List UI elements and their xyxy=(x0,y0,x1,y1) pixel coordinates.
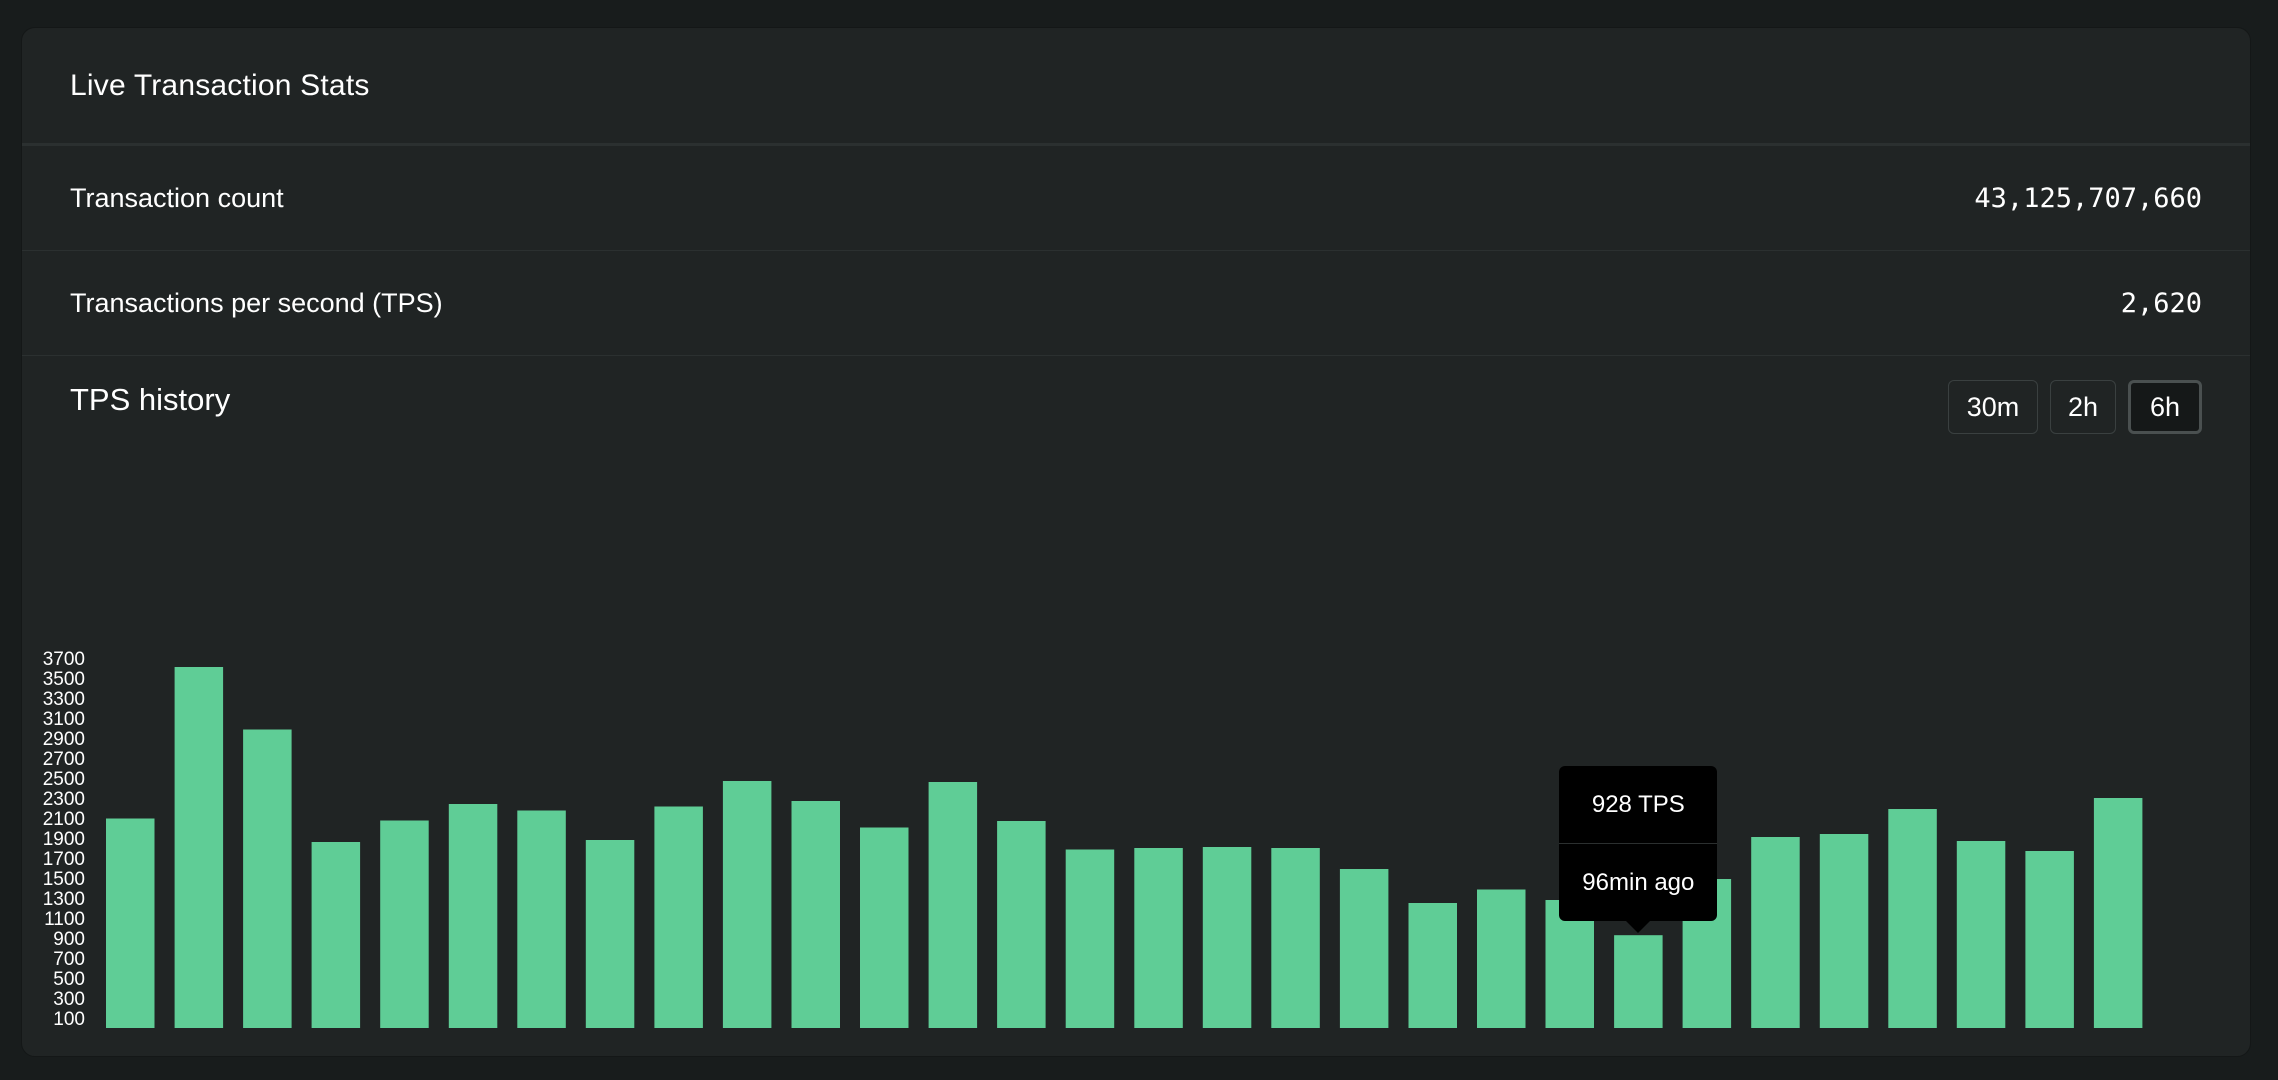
tps-label: Transactions per second (TPS) xyxy=(70,287,443,318)
y-tick-label: 1300 xyxy=(43,889,85,910)
card-title: Live Transaction Stats xyxy=(70,68,370,102)
tooltip-arrow xyxy=(1626,921,1651,934)
transaction-count-value: 43,125,707,660 xyxy=(1974,182,2202,214)
y-tick-label: 3300 xyxy=(43,689,85,710)
y-tick-label: 2300 xyxy=(43,789,85,810)
y-tick-label: 1100 xyxy=(44,909,85,930)
range-button-2h[interactable]: 2h xyxy=(2050,380,2116,434)
y-tick-label: 700 xyxy=(53,949,85,970)
chart-bar[interactable] xyxy=(654,806,703,1029)
live-transaction-stats-card: Live Transaction Stats Transaction count… xyxy=(21,27,2251,1057)
chart-bar[interactable] xyxy=(1888,809,1937,1028)
y-tick-label: 2100 xyxy=(43,809,85,830)
y-tick-label: 2700 xyxy=(43,749,85,770)
chart-bar[interactable] xyxy=(311,842,361,1028)
range-selector: 30m 2h 6h xyxy=(1948,380,2202,434)
y-tick-label: 500 xyxy=(53,969,85,990)
chart-bar[interactable] xyxy=(2025,851,2074,1028)
chart-bar[interactable] xyxy=(243,729,292,1029)
chart-bar[interactable] xyxy=(1408,903,1458,1028)
tooltip-time: 96min ago xyxy=(1559,843,1718,921)
bar-tooltip: 928 TPS 96min ago xyxy=(1559,766,1718,934)
chart-bar[interactable] xyxy=(106,818,155,1029)
chart-bar[interactable] xyxy=(1202,847,1252,1028)
tooltip-value: 928 TPS xyxy=(1591,790,1685,818)
chart-bar[interactable] xyxy=(791,801,841,1028)
chart-bar[interactable] xyxy=(1614,935,1663,1028)
y-tick-label: 2500 xyxy=(43,769,85,790)
tps-history-section: 100 300 500 700 900 1100 1300 1500 1700 1900 2100 2… xyxy=(22,356,2250,1056)
chart-bar[interactable] xyxy=(585,840,635,1028)
chart-bar[interactable] xyxy=(860,827,909,1029)
card-header: Live Transaction Stats xyxy=(22,28,2250,146)
tps-history-chart: 1003005007009001100130015001700190021002… xyxy=(43,649,2143,1030)
chart-bar[interactable] xyxy=(928,782,978,1028)
y-tick-label: 300 xyxy=(53,989,85,1010)
chart-bar[interactable] xyxy=(997,821,1046,1028)
y-tick-label: 1900 xyxy=(43,829,85,850)
chart-bar[interactable] xyxy=(1819,834,1869,1028)
tps-value: 2,620 xyxy=(2120,287,2202,319)
transaction-count-label: Transaction count xyxy=(70,182,284,213)
chart-bar[interactable] xyxy=(174,667,224,1028)
y-tick-label: 1500 xyxy=(43,869,85,890)
y-tick-label: 3700 xyxy=(43,649,85,670)
chart-bar[interactable] xyxy=(2093,798,2143,1028)
y-tick-label: 3100 xyxy=(43,709,85,730)
chart-bar[interactable] xyxy=(517,810,566,1029)
range-button-6h[interactable]: 6h xyxy=(2128,380,2202,434)
transaction-count-row: Transaction count 43,125,707,660 xyxy=(22,146,2250,251)
tps-row: Transactions per second (TPS) 2,620 xyxy=(22,251,2250,356)
chart-bar[interactable] xyxy=(1271,848,1320,1028)
y-tick-label: 100 xyxy=(53,1009,85,1030)
y-tick-label: 3500 xyxy=(43,669,85,690)
chart-bar[interactable] xyxy=(1065,849,1115,1029)
chart-bar[interactable] xyxy=(1751,837,1800,1028)
y-tick-label: 1700 xyxy=(43,849,85,870)
chart-bar[interactable] xyxy=(448,804,498,1028)
chart-bar[interactable] xyxy=(1477,889,1526,1029)
chart-bar[interactable] xyxy=(1134,848,1183,1028)
chart-bar[interactable] xyxy=(1339,869,1389,1028)
chart-bar[interactable] xyxy=(722,781,772,1028)
tps-history-title: TPS history xyxy=(70,382,231,417)
chart-bar[interactable] xyxy=(380,820,429,1029)
chart-bar[interactable] xyxy=(1956,841,2006,1028)
range-button-30m[interactable]: 30m xyxy=(1948,380,2038,434)
y-tick-label: 900 xyxy=(53,929,85,950)
y-tick-label: 2900 xyxy=(43,729,85,750)
